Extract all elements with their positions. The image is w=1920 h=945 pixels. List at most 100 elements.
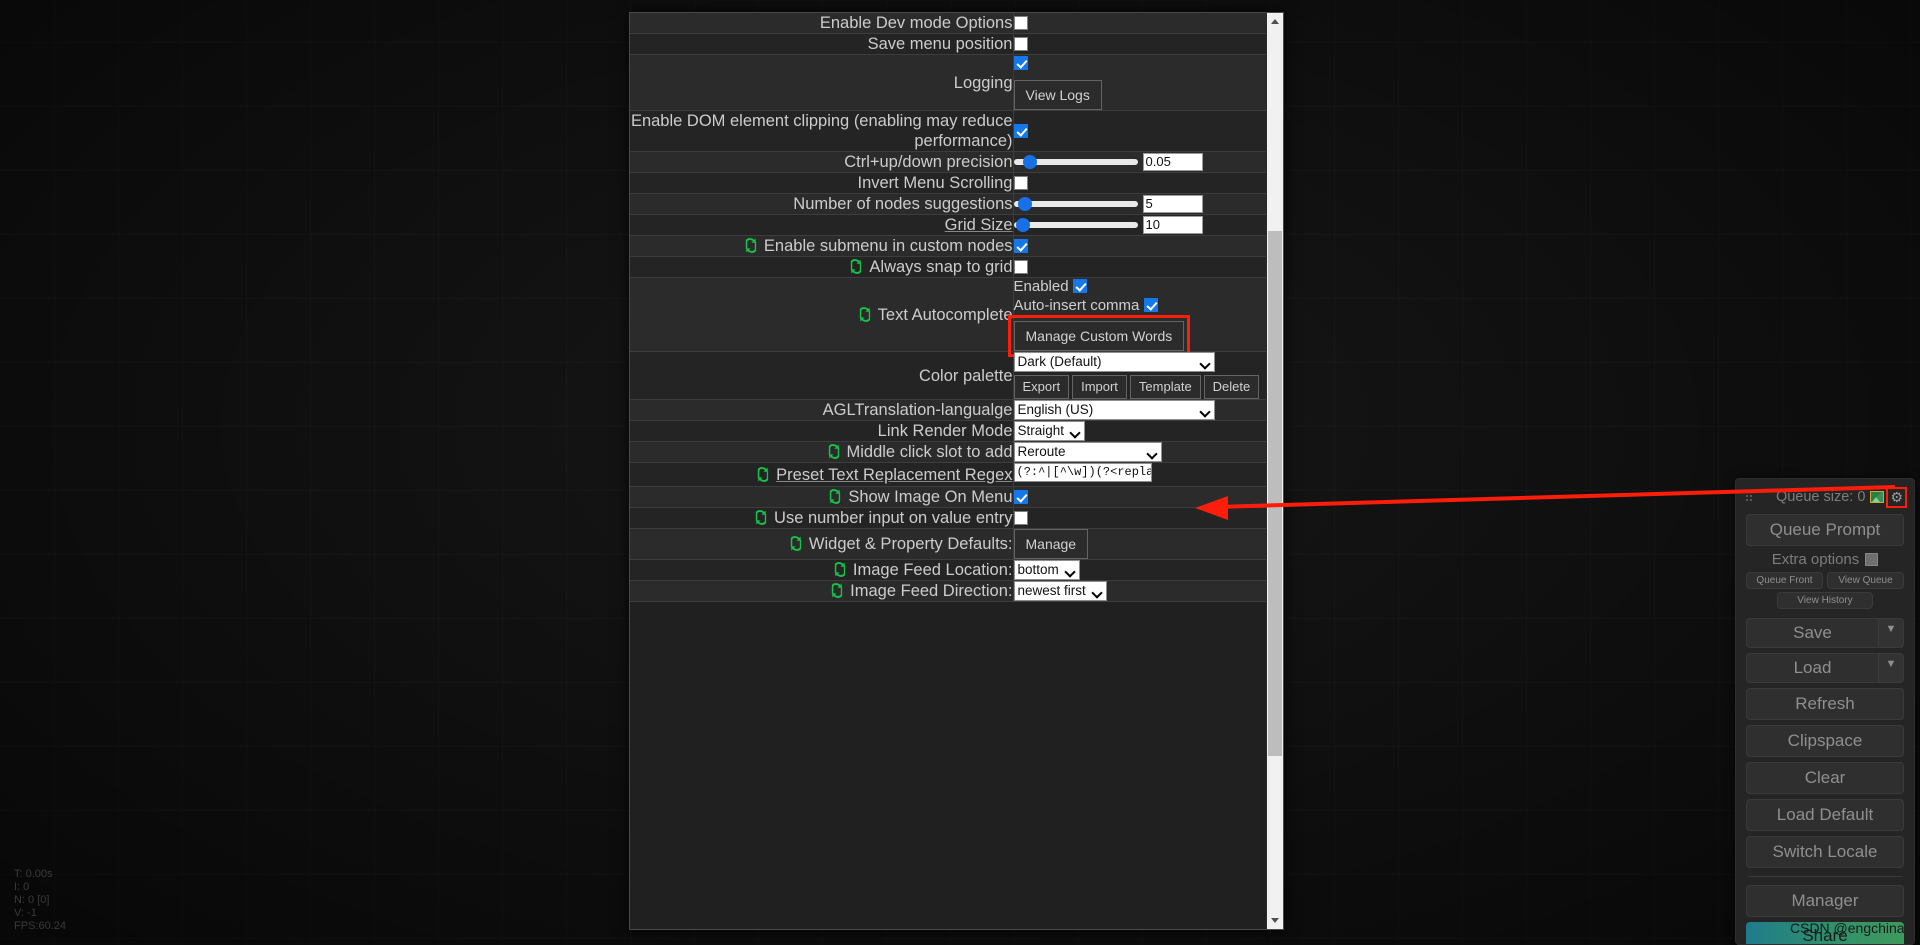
logging-enabled-checkbox[interactable] (1013, 56, 1028, 70)
settings-row-value (1013, 172, 1266, 194)
setting-select[interactable]: English (US) (1013, 400, 1215, 420)
settings-scroll-area[interactable]: Enable Dev mode Options Save menu positio… (630, 13, 1266, 929)
queue-front-button[interactable]: Queue Front (1746, 572, 1823, 589)
settings-label-text: Preset Text Replacement Regex (776, 465, 1013, 484)
settings-label-text: Number of nodes suggestions (793, 195, 1013, 213)
setting-slider[interactable] (1013, 197, 1138, 211)
setting-checkbox[interactable] (1013, 36, 1028, 51)
view-queue-button[interactable]: View Queue (1827, 572, 1904, 589)
slider-value-input[interactable]: 0.05 (1142, 153, 1203, 171)
clear-button[interactable]: Clear (1746, 762, 1904, 794)
setting-select[interactable]: newest first (1013, 581, 1107, 601)
manage-custom-words-button[interactable]: Manage Custom Words (1007, 315, 1191, 357)
settings-gear-button[interactable]: ⚙ (1886, 486, 1907, 508)
refresh-button[interactable]: Refresh (1746, 688, 1904, 720)
setting-checkbox[interactable] (1013, 238, 1028, 253)
settings-label-text: Save menu position (867, 35, 1013, 53)
scroll-down-arrow-icon[interactable] (1267, 912, 1283, 929)
menu-divider (1748, 876, 1902, 877)
autocomplete-comma-line: Auto-insert comma (1014, 297, 1267, 314)
palette-template-button[interactable]: Template (1129, 375, 1201, 399)
autocomplete-comma-label: Auto-insert comma (1013, 297, 1140, 314)
setting-checkbox[interactable] (1013, 489, 1028, 504)
extension-icon (826, 443, 841, 460)
setting-checkbox[interactable] (1013, 123, 1028, 138)
settings-row: Enable DOM element clipping (enabling ma… (630, 110, 1266, 152)
settings-row-value: Reroute (1013, 441, 1266, 463)
settings-row-label: Number of nodes suggestions (630, 193, 1014, 215)
settings-row: Save menu position (630, 33, 1266, 55)
extension-icon (753, 509, 768, 526)
manager-button[interactable]: Manager (1746, 885, 1904, 917)
settings-row-value: Dark (Default) Export Import Template Delete (1013, 351, 1266, 400)
queue-buttons-row: Queue Front View Queue (1746, 572, 1904, 592)
setting-checkbox[interactable] (1013, 15, 1028, 30)
slider-row: 0.05 (1013, 153, 1267, 171)
autocomplete-comma-checkbox[interactable] (1143, 298, 1158, 312)
settings-row-value: newest first (1013, 580, 1266, 602)
image-preview-icon[interactable] (1870, 491, 1885, 503)
palette-export-button[interactable]: Export (1013, 375, 1070, 399)
scrollbar-thumb[interactable] (1268, 231, 1282, 756)
settings-row-value: (?:^|[^\w])(?<replace>@ (1013, 462, 1266, 487)
palette-delete-button[interactable]: Delete (1203, 375, 1260, 399)
settings-scrollbar[interactable] (1266, 13, 1283, 929)
setting-select[interactable]: bottom (1013, 560, 1080, 580)
setting-checkbox[interactable] (1013, 259, 1028, 274)
load-button[interactable]: Load (1746, 653, 1878, 683)
settings-row-label: Preset Text Replacement Regex (630, 462, 1014, 487)
view-history-button[interactable]: View History (1777, 592, 1873, 609)
settings-row-label: Link Render Mode (630, 420, 1014, 442)
color-palette-select[interactable]: Dark (Default) (1013, 352, 1215, 372)
setting-select[interactable]: Reroute (1013, 442, 1162, 462)
queue-prompt-button[interactable]: Queue Prompt (1746, 514, 1904, 546)
save-button[interactable]: Save (1746, 618, 1878, 648)
settings-row-value: English (US) (1013, 399, 1266, 421)
setting-slider[interactable] (1013, 218, 1138, 232)
setting-select[interactable]: Straight (1013, 421, 1086, 441)
scroll-up-arrow-icon[interactable] (1267, 13, 1283, 30)
settings-row: Image Feed Direction: newest first (630, 580, 1266, 602)
settings-row-value (1013, 486, 1266, 508)
extra-options-row[interactable]: Extra options (1746, 551, 1904, 568)
slider-row: 5 (1013, 195, 1267, 213)
settings-row: Number of nodes suggestions 5 (630, 193, 1267, 215)
settings-label-text: Enable Dev mode Options (819, 14, 1013, 32)
slider-thumb[interactable] (1023, 155, 1038, 169)
settings-row-value: Enabled Auto-insert comma Manage Custom … (1007, 277, 1267, 357)
extra-options-checkbox[interactable] (1865, 553, 1879, 566)
slider-value-input[interactable]: 10 (1142, 216, 1203, 234)
slider-value-input[interactable]: 5 (1142, 195, 1203, 213)
load-default-button[interactable]: Load Default (1746, 799, 1904, 831)
settings-row-value: 0.05 (1013, 151, 1267, 173)
settings-label-text: Image Feed Direction: (850, 582, 1013, 600)
save-split-button: Save ▼ (1746, 618, 1904, 648)
setting-checkbox[interactable] (1013, 175, 1028, 190)
settings-row-value: Straight (1013, 420, 1266, 442)
palette-import-button[interactable]: Import (1072, 375, 1127, 399)
setting-slider[interactable] (1013, 155, 1138, 169)
settings-label-text: AGLTranslation-langualge (822, 401, 1013, 419)
queue-size-label: Queue size: 0 (1775, 489, 1866, 505)
save-dropdown-caret-icon[interactable]: ▼ (1878, 618, 1904, 648)
settings-row-value: 5 (1013, 193, 1267, 215)
drag-handle-icon[interactable] (1746, 491, 1755, 503)
settings-row-label: Ctrl+up/down precision (630, 151, 1014, 173)
slider-thumb[interactable] (1017, 197, 1032, 211)
switch-locale-button[interactable]: Switch Locale (1746, 836, 1904, 868)
settings-label-text: Text Autocomplete (877, 305, 1013, 324)
clipspace-button[interactable]: Clipspace (1746, 725, 1904, 757)
slider-thumb[interactable] (1015, 218, 1030, 232)
setting-text-input[interactable]: (?:^|[^\w])(?<replace>@ (1013, 463, 1152, 482)
canvas-stats: T: 0.00s I: 0 N: 0 [0] V: -1 FPS:60.24 (14, 868, 66, 932)
extension-icon (848, 258, 863, 275)
autocomplete-enabled-checkbox[interactable] (1072, 279, 1087, 293)
settings-row: Text Autocomplete Enabled Auto-insert com… (630, 277, 1267, 357)
extension-icon (788, 535, 803, 552)
setting-checkbox[interactable] (1013, 510, 1028, 525)
gear-icon: ⚙ (1890, 488, 1903, 505)
load-dropdown-caret-icon[interactable]: ▼ (1878, 653, 1904, 683)
manage-button[interactable]: Manage (1013, 529, 1089, 559)
view-logs-button[interactable]: View Logs (1013, 80, 1102, 110)
settings-row: Ctrl+up/down precision 0.05 (630, 151, 1267, 173)
